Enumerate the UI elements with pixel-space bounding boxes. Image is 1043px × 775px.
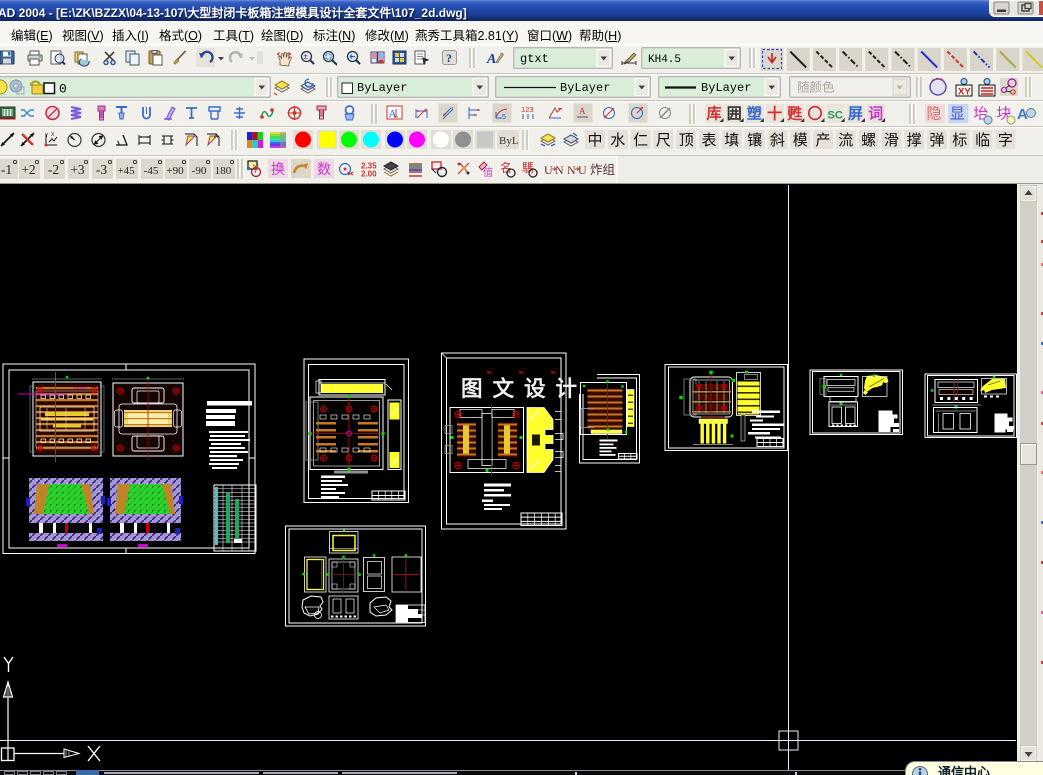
svg-text:通信中心: 通信中心 <box>938 765 990 775</box>
svg-text:图文设计: 图文设计 <box>461 376 587 401</box>
svg-text:+2: +2 <box>21 162 35 177</box>
svg-text:字: 字 <box>998 132 1013 149</box>
svg-text:A: A <box>214 134 218 140</box>
svg-text:仁: 仁 <box>633 132 648 149</box>
svg-text:+3: +3 <box>70 162 85 177</box>
svg-text:+90: +90 <box>166 165 184 177</box>
svg-text:弹: 弹 <box>929 132 944 149</box>
svg-text:-1: -1 <box>1 162 12 177</box>
svg-text:-2: -2 <box>48 162 59 177</box>
svg-text:模: 模 <box>793 132 808 149</box>
svg-text:U: U <box>544 163 553 177</box>
svg-text:甦: 甦 <box>787 106 803 123</box>
svg-text:撑: 撑 <box>907 132 922 149</box>
svg-text:镶: 镶 <box>747 131 762 149</box>
svg-text:ByLayer: ByLayer <box>701 81 751 95</box>
svg-text:ByLayer: ByLayer <box>560 81 610 95</box>
svg-text:〇: 〇 <box>807 105 822 123</box>
svg-text:-45: -45 <box>144 165 159 177</box>
svg-text:随颜色: 随颜色 <box>797 80 835 95</box>
svg-text:滑: 滑 <box>884 132 899 149</box>
svg-text:名: 名 <box>500 160 512 175</box>
svg-text:ByL: ByL <box>499 135 519 147</box>
svg-text:-3: -3 <box>96 162 107 177</box>
svg-text:-90: -90 <box>192 165 207 177</box>
svg-text:词: 词 <box>868 106 883 123</box>
svg-text:换: 换 <box>271 161 285 177</box>
svg-text:数: 数 <box>317 161 331 177</box>
svg-text:螺: 螺 <box>861 132 876 149</box>
svg-text:库: 库 <box>706 105 721 123</box>
svg-text:水: 水 <box>610 132 625 149</box>
svg-text:+45: +45 <box>117 165 135 177</box>
svg-text:gtxt: gtxt <box>520 52 549 66</box>
svg-text:?: ? <box>446 51 452 65</box>
svg-text:0: 0 <box>59 82 67 97</box>
svg-text:2.00: 2.00 <box>361 170 377 179</box>
svg-text:180: 180 <box>215 165 232 177</box>
svg-text:表: 表 <box>701 132 716 149</box>
svg-text:KH4.5: KH4.5 <box>648 54 681 66</box>
svg-text:产: 产 <box>815 132 830 149</box>
svg-text:騳: 騳 <box>522 161 534 175</box>
svg-text:N: N <box>555 163 564 177</box>
svg-text:值: 值 <box>483 166 493 179</box>
svg-text:填: 填 <box>724 132 739 149</box>
svg-text:斜: 斜 <box>770 132 785 149</box>
svg-text:SC: SC <box>828 110 843 122</box>
svg-text:十: 十 <box>767 105 782 123</box>
svg-text:隐: 隐 <box>926 106 941 123</box>
svg-text:顶: 顶 <box>679 132 694 149</box>
svg-text:A: A <box>389 108 397 120</box>
svg-text:123: 123 <box>521 105 534 114</box>
svg-text:A: A <box>579 106 586 116</box>
svg-text:±: ± <box>304 52 309 61</box>
svg-text:显: 显 <box>950 106 965 123</box>
svg-text:A: A <box>486 52 496 67</box>
svg-text:囲: 囲 <box>727 106 742 123</box>
svg-text:流: 流 <box>838 132 853 149</box>
svg-text:中: 中 <box>587 132 602 149</box>
svg-text:XY: XY <box>958 87 971 98</box>
svg-text:N: N <box>567 163 576 177</box>
svg-text:塑: 塑 <box>747 105 762 123</box>
svg-text:尺: 尺 <box>656 132 671 149</box>
svg-text:U: U <box>578 163 587 177</box>
svg-text:临: 临 <box>975 132 990 149</box>
svg-text:标: 标 <box>952 132 967 149</box>
svg-text:ByLayer: ByLayer <box>357 81 407 95</box>
svg-text:炸组: 炸组 <box>590 163 615 177</box>
svg-text:屏: 屏 <box>848 106 863 123</box>
svg-text:5: 5 <box>502 114 506 121</box>
